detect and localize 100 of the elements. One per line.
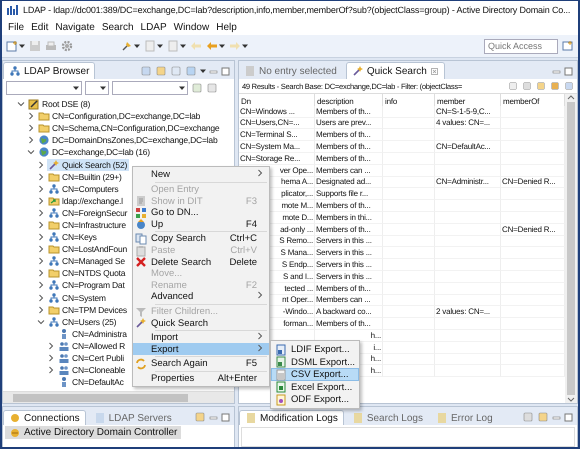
- caret-icon[interactable]: [242, 43, 248, 49]
- expand-chevron-icon[interactable]: [37, 160, 45, 169]
- tree-item[interactable]: CN=Allowed R: [57, 340, 128, 352]
- expand-chevron-icon[interactable]: [37, 208, 45, 217]
- expand-chevron-icon[interactable]: [47, 366, 55, 374]
- view-tab[interactable]: LDAP Browser: [3, 62, 96, 79]
- export-icon[interactable]: [564, 81, 574, 91]
- maximize-icon[interactable]: [221, 412, 230, 422]
- tree-item[interactable]: Quick Search (52): [47, 158, 130, 171]
- tree-item[interactable]: DC=exchange,DC=lab (16): [37, 146, 152, 158]
- caret-icon[interactable]: [200, 68, 206, 74]
- expand-chevron-icon[interactable]: [37, 318, 45, 326]
- menu-item[interactable]: ODF Export...: [271, 393, 359, 406]
- pin-icon[interactable]: [121, 40, 133, 52]
- expand-chevron-icon[interactable]: [37, 196, 45, 205]
- expand-chevron-icon[interactable]: [27, 112, 35, 120]
- tree-item[interactable]: Root DSE (8): [27, 98, 92, 110]
- menu-item[interactable]: Copy Search Ctrl+C: [133, 232, 269, 245]
- expand-chevron-icon[interactable]: [47, 354, 55, 362]
- expand-chevron-icon[interactable]: [47, 342, 55, 350]
- menu-item[interactable]: Navigate: [55, 22, 95, 32]
- tree-item[interactable]: CN=Configuration,DC=exchange,DC=lab: [37, 110, 202, 122]
- expand-chevron-icon[interactable]: [37, 269, 45, 278]
- menu-item[interactable]: Excel Export...: [271, 380, 359, 394]
- column-header[interactable]: member: [437, 96, 466, 106]
- expand-chevron-icon[interactable]: [37, 172, 45, 181]
- expand-chevron-icon[interactable]: [27, 136, 35, 144]
- tree-item[interactable]: CN=Managed Se: [47, 255, 127, 268]
- expand-chevron-icon[interactable]: [37, 257, 45, 266]
- caret-icon[interactable]: [73, 85, 79, 91]
- tree-item[interactable]: CN=NTDS Quota: [47, 267, 128, 280]
- horizontal-scrollbar[interactable]: [3, 391, 234, 403]
- connection-item[interactable]: Active Directory Domain Controller: [5, 426, 182, 439]
- menu-item[interactable]: CSV Export...: [271, 368, 359, 381]
- view-tab[interactable]: LDAP Servers: [88, 411, 177, 425]
- expand-chevron-icon[interactable]: [27, 124, 35, 132]
- close-icon[interactable]: [430, 66, 439, 76]
- tree-item[interactable]: ldap://exchange.l: [47, 194, 125, 207]
- caret-icon[interactable]: [180, 43, 186, 49]
- column-header[interactable]: description: [317, 96, 354, 106]
- tree-item[interactable]: CN=Users (25): [47, 316, 118, 328]
- perspective-icon[interactable]: [562, 40, 574, 52]
- view-tab[interactable]: Modification Logs: [239, 410, 344, 425]
- expand-chevron-icon[interactable]: [37, 306, 45, 314]
- menu-item[interactable]: Help: [216, 22, 237, 32]
- caret-icon[interactable]: [134, 43, 140, 49]
- menu-icon[interactable]: [508, 81, 518, 91]
- tree-item[interactable]: CN=Schema,CN=Configuration,DC=exchange: [37, 122, 222, 134]
- vertical-scrollbar[interactable]: [565, 94, 577, 403]
- maximize-icon[interactable]: [564, 66, 573, 76]
- tree-item[interactable]: CN=DefaultAc: [57, 376, 126, 388]
- caret-icon[interactable]: [179, 85, 185, 91]
- view-tab[interactable]: Connections: [3, 410, 86, 425]
- expand-chevron-icon[interactable]: [37, 281, 45, 290]
- refresh-icon[interactable]: [536, 81, 546, 91]
- tree-item[interactable]: CN=System: [47, 292, 108, 304]
- expand-chevron-icon[interactable]: [17, 100, 25, 108]
- tree-item[interactable]: CN=Program Dat: [47, 279, 127, 292]
- caret-icon[interactable]: [19, 43, 25, 49]
- tree-item[interactable]: CN=Keys: [47, 231, 99, 244]
- tree-item[interactable]: CN=Cert Publi: [57, 352, 126, 364]
- editor-tab[interactable]: No entry selected: [239, 63, 342, 79]
- caret-icon[interactable]: [219, 43, 225, 49]
- tree-item[interactable]: CN=LostAndFoun: [47, 243, 130, 256]
- maximize-icon[interactable]: [564, 412, 573, 422]
- menu-item[interactable]: Window: [174, 22, 210, 32]
- quick-access-field[interactable]: Quick Access: [484, 38, 558, 54]
- caret-icon[interactable]: [157, 43, 163, 49]
- menu-item[interactable]: Search Again F5: [133, 358, 269, 370]
- menu-item[interactable]: Edit: [31, 22, 48, 32]
- expand-chevron-icon[interactable]: [27, 148, 35, 156]
- menu-item[interactable]: Search: [102, 22, 134, 32]
- view-tab[interactable]: Search Logs: [346, 411, 428, 425]
- tree-item[interactable]: CN=ForeignSecur: [47, 206, 130, 219]
- tree-item[interactable]: DC=DomainDnsZones,DC=exchange,DC=lab: [37, 134, 220, 146]
- expand-chevron-icon[interactable]: [37, 294, 45, 302]
- column-header[interactable]: info: [385, 96, 398, 106]
- column-header[interactable]: Dn: [241, 96, 251, 106]
- tree-item[interactable]: CN=Infrastructure: [47, 218, 128, 231]
- scroll-down-icon[interactable]: [567, 397, 575, 403]
- tree-item[interactable]: CN=Administra: [57, 328, 129, 340]
- editor-tab[interactable]: Quick Search: [346, 62, 445, 79]
- column-header[interactable]: memberOf: [503, 96, 540, 106]
- menu-item[interactable]: Import: [133, 332, 269, 344]
- gear-icon[interactable]: [61, 40, 73, 52]
- book-icon[interactable]: [550, 81, 560, 91]
- menu-item[interactable]: Export: [133, 343, 269, 355]
- operator-dropdown[interactable]: [85, 81, 109, 95]
- caret-icon[interactable]: [100, 85, 106, 91]
- expand-chevron-icon[interactable]: [37, 245, 45, 254]
- expand-chevron-icon[interactable]: [37, 220, 45, 229]
- tree-item[interactable]: CN=Cloneable: [57, 364, 128, 376]
- menu-item[interactable]: File: [8, 22, 24, 32]
- scroll-up-icon[interactable]: [567, 94, 575, 100]
- expand-chevron-icon[interactable]: [37, 184, 45, 193]
- expand-chevron-icon[interactable]: [37, 233, 45, 242]
- tree-item[interactable]: CN=TPM Devices: [47, 304, 129, 316]
- tree-item[interactable]: CN=Computers: [47, 182, 120, 195]
- new-icon[interactable]: [6, 40, 18, 52]
- view-tab[interactable]: Error Log: [430, 411, 498, 425]
